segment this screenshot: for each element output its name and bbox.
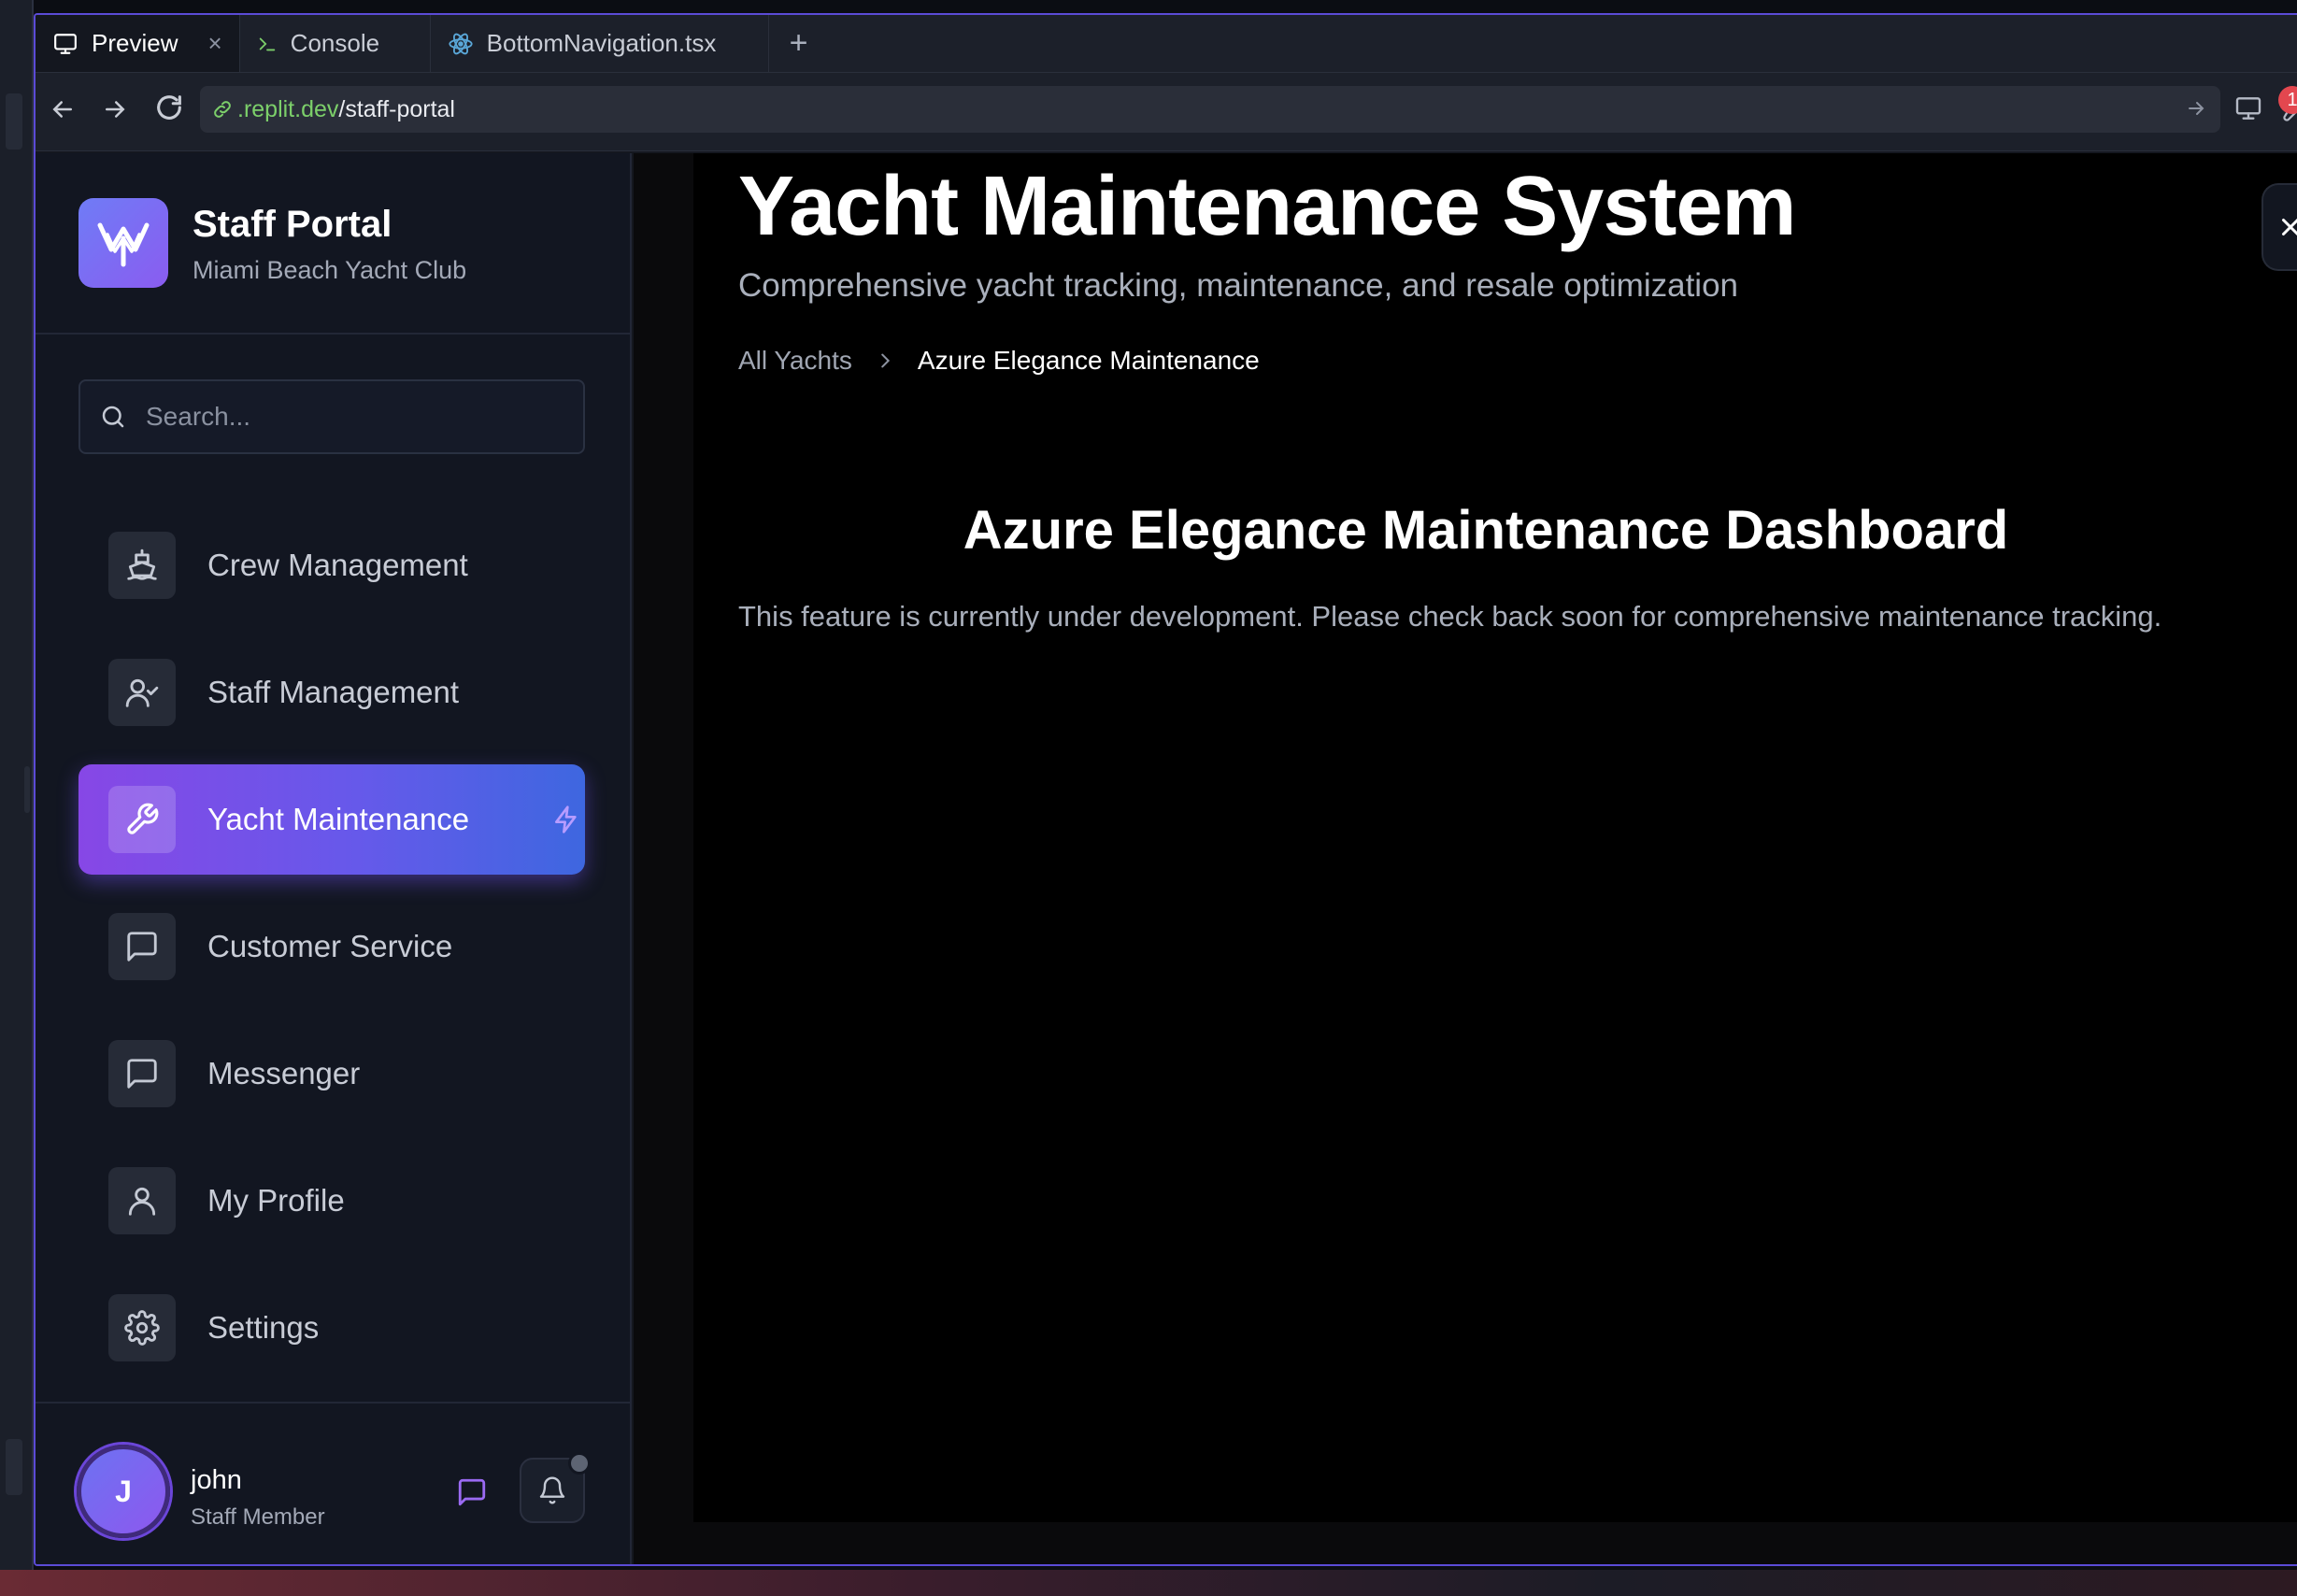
message-square-icon — [108, 1040, 176, 1107]
sidebar-item-settings[interactable]: Settings — [78, 1273, 585, 1383]
avatar[interactable]: J — [77, 1445, 170, 1538]
user-role: Staff Member — [191, 1504, 325, 1530]
plus-icon: + — [789, 25, 808, 61]
devtools-button[interactable]: 1 — [2247, 86, 2297, 131]
breadcrumb-current: Azure Elegance Maintenance — [917, 346, 1260, 375]
url-domain: .replit.dev — [237, 95, 339, 122]
outer-left-panel — [0, 0, 34, 1596]
tab-label: Console — [290, 29, 380, 57]
user-icon — [108, 1167, 176, 1234]
react-icon — [448, 31, 474, 57]
bell-icon — [537, 1475, 567, 1505]
back-button[interactable] — [49, 95, 82, 129]
sidebar-item-customer-service[interactable]: Customer Service — [78, 891, 585, 1002]
close-icon[interactable]: × — [207, 29, 221, 58]
user-name: john — [191, 1465, 242, 1495]
wrench-icon — [108, 786, 176, 853]
tab-bar: Preview × Console BottomNavigation.tsx + — [36, 15, 2297, 73]
sidebar-item-staff-management[interactable]: Staff Management — [78, 637, 585, 748]
breadcrumb-all-yachts[interactable]: All Yachts — [738, 346, 852, 376]
page-subtitle: Comprehensive yacht tracking, maintenanc… — [738, 267, 1739, 304]
sidebar-item-yacht-maintenance[interactable]: Yacht Maintenance — [78, 764, 585, 875]
close-button[interactable] — [2261, 183, 2297, 271]
sidebar-item-crew-management[interactable]: Crew Management — [78, 510, 585, 620]
sidebar-item-label: Settings — [207, 1310, 320, 1345]
tab-preview[interactable]: Preview × — [36, 15, 240, 72]
message-square-icon — [108, 913, 176, 980]
chat-icon[interactable] — [456, 1476, 488, 1508]
open-external-icon[interactable] — [2185, 97, 2207, 120]
user-panel: J john Staff Member — [36, 1402, 630, 1564]
avatar-initial: J — [115, 1474, 132, 1508]
resize-handle[interactable] — [24, 766, 30, 813]
chevron-right-icon — [875, 350, 895, 371]
app-title: Staff Portal — [193, 204, 392, 245]
desktop-taskbar — [0, 1570, 2297, 1596]
sidebar-item-label: Messenger — [207, 1056, 361, 1090]
sidebar-item-label: Customer Service — [207, 929, 453, 963]
notification-dot — [568, 1452, 591, 1475]
search-input[interactable] — [146, 402, 557, 432]
tab-bottomnavigation[interactable]: BottomNavigation.tsx — [431, 15, 769, 72]
monitor-icon — [52, 32, 78, 56]
tab-label: Preview — [92, 29, 178, 57]
outer-panel-handle — [6, 1439, 22, 1495]
gear-icon — [108, 1294, 176, 1361]
address-bar: .replit.dev/staff-portal 1 — [36, 73, 2297, 151]
sidebar-item-label: Staff Management — [207, 675, 460, 709]
tab-label: BottomNavigation.tsx — [486, 29, 717, 57]
sidebar-item-label: Crew Management — [207, 548, 468, 582]
app-subtitle: Miami Beach Yacht Club — [193, 256, 467, 284]
sidebar-item-label: My Profile — [207, 1183, 345, 1218]
preview-window: Preview × Console BottomNavigation.tsx + — [34, 13, 2297, 1566]
app-logo — [78, 198, 168, 288]
ship-icon — [108, 532, 176, 599]
sidebar: Staff Portal Miami Beach Yacht Club Crew… — [36, 153, 632, 1564]
forward-button[interactable] — [101, 95, 135, 129]
terminal-icon — [257, 34, 278, 54]
sidebar-brand: Staff Portal Miami Beach Yacht Club — [36, 153, 630, 335]
dashboard-message: This feature is currently under developm… — [738, 600, 2162, 633]
new-tab-button[interactable]: + — [769, 15, 829, 72]
dashboard-title: Azure Elegance Maintenance Dashboard — [963, 500, 2009, 561]
url-path: /staff-portal — [338, 95, 455, 122]
breadcrumb: All Yachts Azure Elegance Maintenance — [738, 346, 1260, 376]
sidebar-item-label: Yacht Maintenance — [207, 802, 470, 836]
user-check-icon — [108, 659, 176, 726]
outer-panel-handle — [6, 93, 22, 150]
zap-icon — [551, 805, 581, 834]
search-icon — [99, 403, 127, 431]
link-icon — [211, 98, 234, 121]
sidebar-item-my-profile[interactable]: My Profile — [78, 1146, 585, 1256]
search-box[interactable] — [78, 379, 585, 454]
sidebar-item-messenger[interactable]: Messenger — [78, 1019, 585, 1129]
main-content: Yacht Maintenance System Comprehensive y… — [634, 153, 2297, 1564]
page-title: Yacht Maintenance System — [738, 160, 1796, 253]
close-icon — [2276, 213, 2297, 241]
tab-console[interactable]: Console — [240, 15, 431, 72]
url-field[interactable]: .replit.dev/staff-portal — [200, 86, 2220, 133]
reload-button[interactable] — [153, 92, 187, 125]
